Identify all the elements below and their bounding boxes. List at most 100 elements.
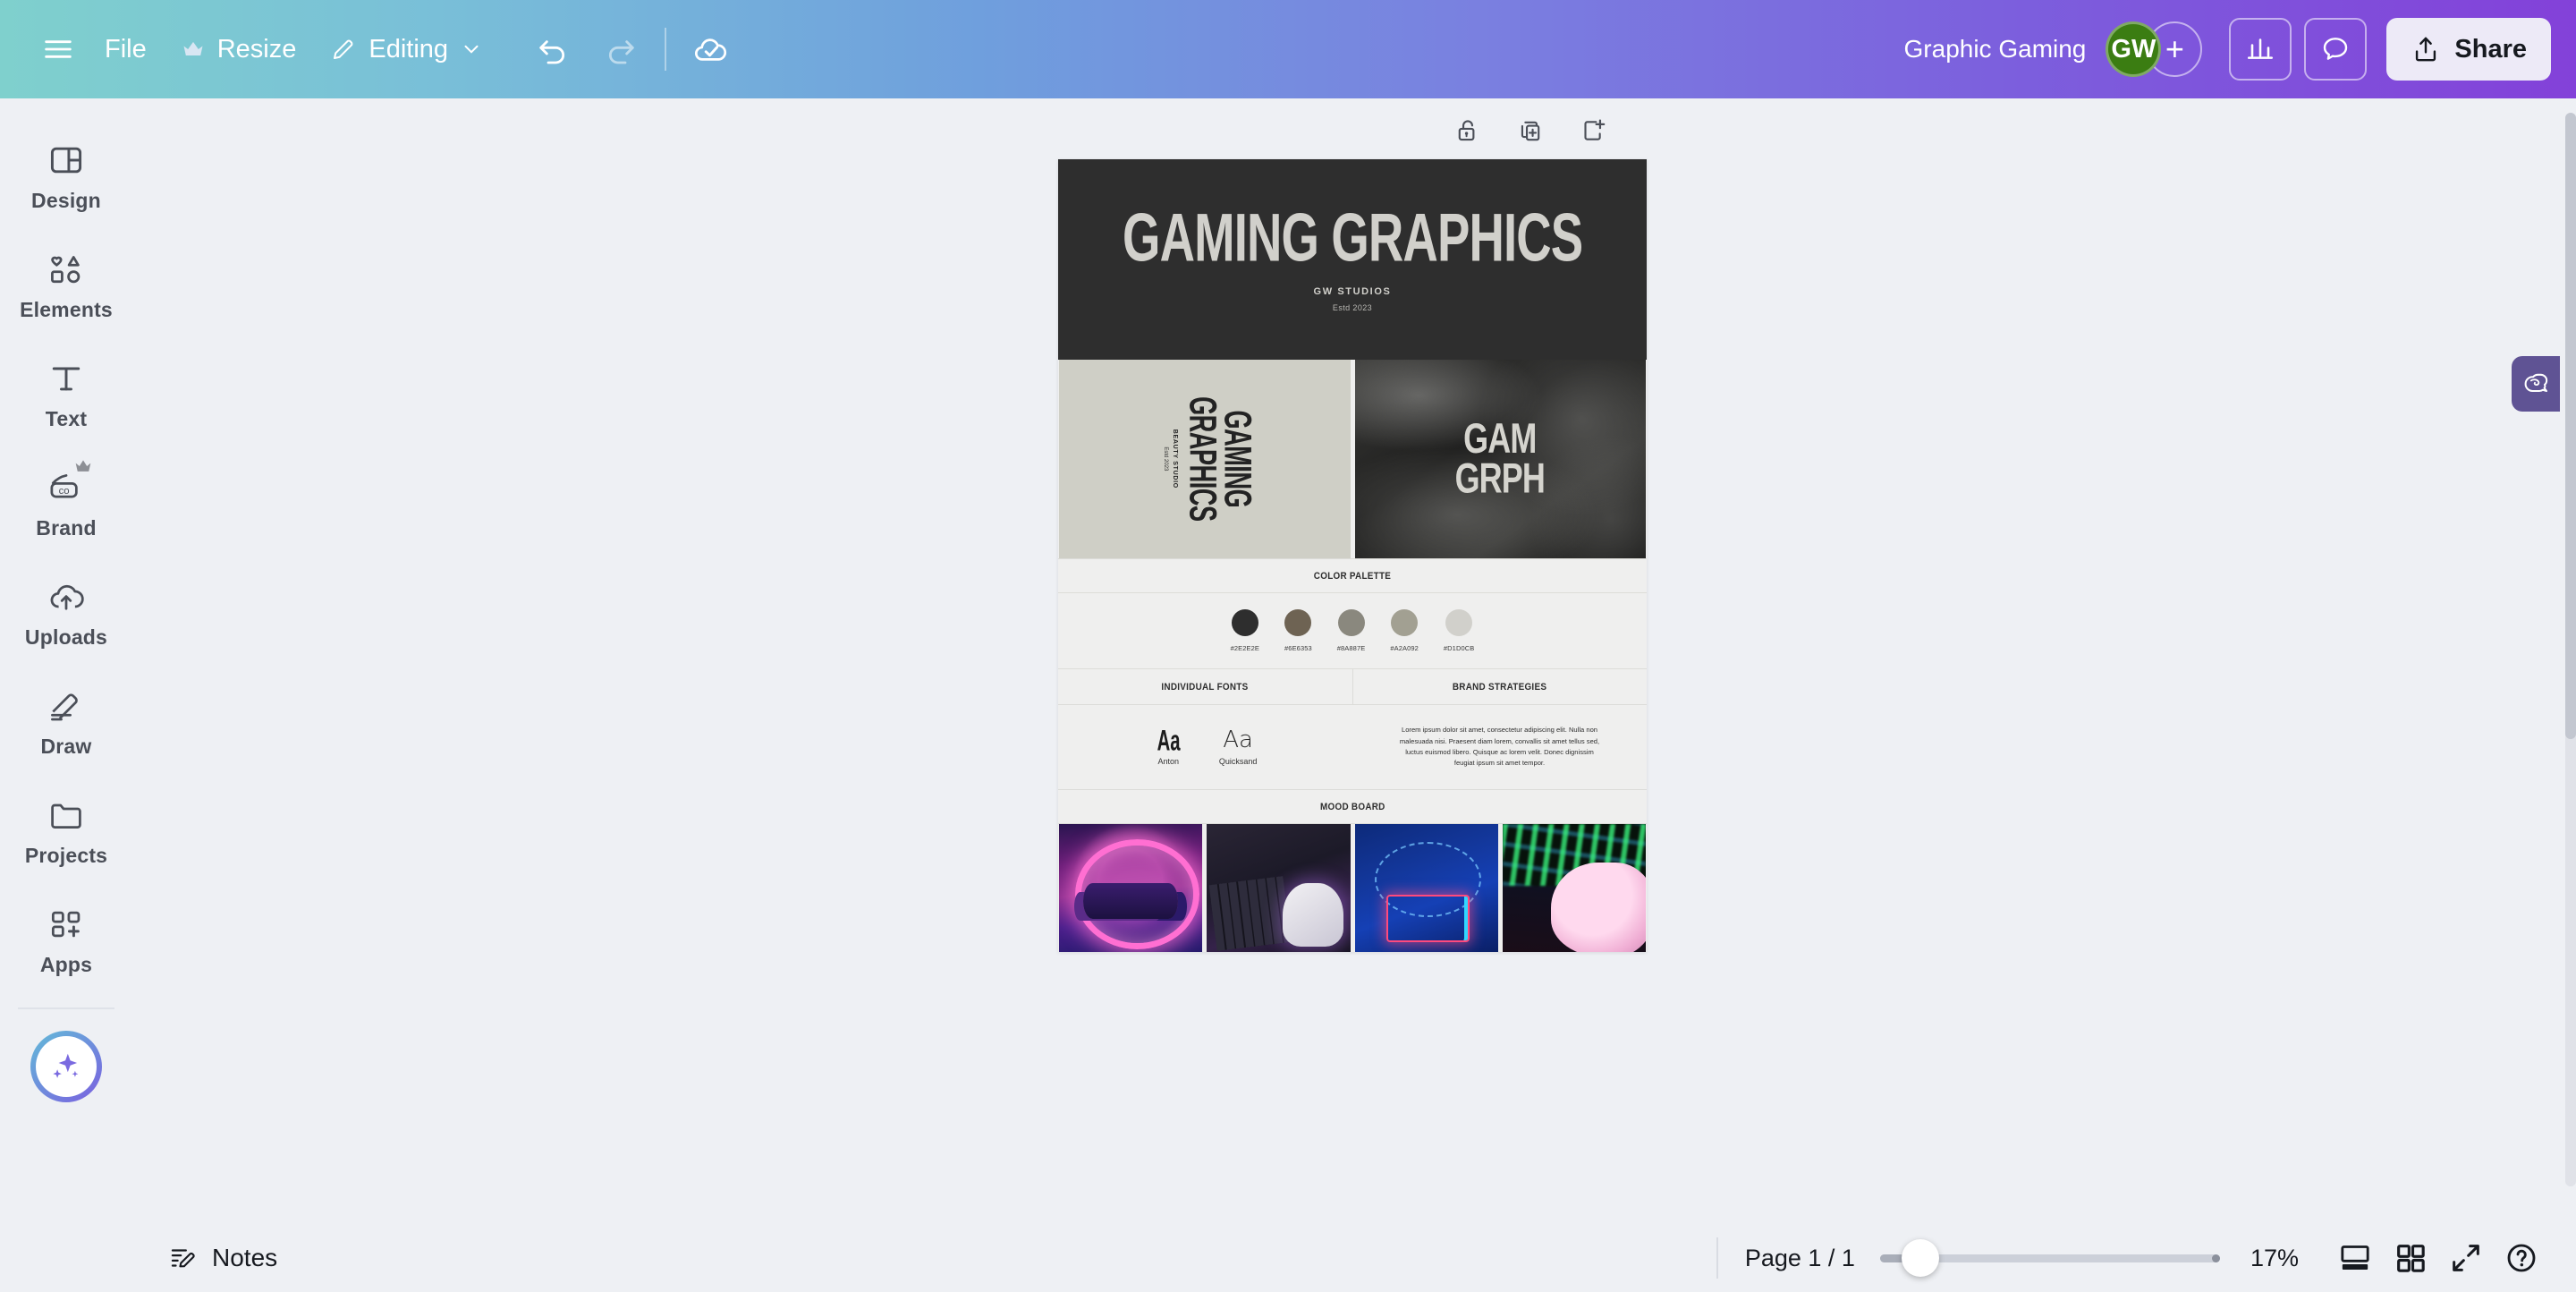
mood-image-futuristic-blue-gaming-hud[interactable] — [1354, 824, 1498, 952]
projects-icon — [46, 795, 87, 836]
ai-assistant-tab[interactable] — [2512, 356, 2560, 412]
cloud-check-icon — [695, 38, 727, 61]
presenter-view-button[interactable] — [2327, 1230, 2383, 1286]
grid-view-icon — [2397, 1245, 2425, 1272]
share-button[interactable]: Share — [2386, 18, 2551, 81]
apps-icon — [46, 904, 87, 945]
logo-photo-line1: GAM — [1463, 415, 1538, 463]
sidebar-item-elements[interactable]: Elements — [7, 238, 125, 331]
sidebar-item-label: Projects — [24, 844, 108, 867]
hero-section[interactable]: GAMING GRAPHICS GW STUDIOS Estd 2023 — [1058, 159, 1647, 360]
color-swatch[interactable]: #D1D0CB — [1444, 609, 1474, 652]
fullscreen-button[interactable] — [2438, 1230, 2494, 1286]
zoom-slider[interactable] — [1879, 1239, 2220, 1277]
font-sample-anton[interactable]: Aa Anton — [1154, 723, 1183, 766]
add-page-icon — [1584, 119, 1606, 140]
canvas-workspace[interactable]: GAMING GRAPHICS GW STUDIOS Estd 2023 GAM… — [132, 98, 2576, 1224]
logo-subtitle: BEAUTY STUDIO — [1171, 429, 1178, 489]
main-menu-button[interactable] — [29, 20, 88, 79]
color-swatch[interactable]: #2E2E2E — [1231, 609, 1259, 652]
design-icon — [46, 140, 87, 181]
top-toolbar-right: Graphic Gaming GW + Share — [1885, 18, 2576, 81]
canva-editor-window: File Resize Editing Graphic Gaming GW + … — [0, 0, 2576, 1292]
add-page-button-top[interactable] — [1568, 106, 1618, 156]
sidebar-item-brand[interactable]: co Brand — [7, 456, 125, 549]
color-swatch[interactable]: #A2A092 — [1390, 609, 1419, 652]
font-sample-name: Anton — [1157, 757, 1179, 766]
bar-chart-icon — [2248, 38, 2274, 59]
bottom-status-bar: Notes Page 1 / 1 17% — [0, 1224, 2576, 1292]
mood-image-neon-ring-game-controller[interactable] — [1059, 824, 1203, 952]
unlock-icon — [1458, 120, 1475, 141]
brain-icon — [2524, 373, 2548, 393]
mood-image-hands-holding-pink-controller-rgb-keyboard[interactable] — [1502, 824, 1646, 952]
insights-button[interactable] — [2229, 18, 2292, 81]
logo-photo-line2: GRPH — [1455, 455, 1546, 503]
text-icon — [46, 358, 87, 399]
logo-established: Estd 2023 — [1162, 446, 1168, 472]
svg-text:co: co — [59, 486, 70, 497]
canvas-scrollbar-thumb[interactable] — [2565, 113, 2576, 739]
zoom-level[interactable]: 17% — [2250, 1245, 2299, 1272]
swatch-hex: #2E2E2E — [1230, 644, 1260, 652]
color-palette-swatches: #2E2E2E #6E6353 #8A887E #A2A092 #D1D0CB — [1058, 593, 1647, 668]
saved-to-cloud-button[interactable] — [681, 20, 740, 79]
help-button[interactable] — [2494, 1230, 2549, 1286]
sidebar-item-uploads[interactable]: Uploads — [7, 565, 125, 659]
sidebar-item-apps[interactable]: Apps — [7, 893, 125, 986]
file-menu-button[interactable]: File — [88, 20, 164, 79]
swatch-hex: #6E6353 — [1284, 644, 1312, 652]
share-label: Share — [2454, 34, 2527, 64]
logo-photo-card[interactable]: GAM GRPH — [1354, 360, 1646, 558]
resize-label: Resize — [216, 34, 297, 64]
brand-strategies-body: Lorem ipsum dolor sit amet, consectetur … — [1352, 705, 1647, 789]
uploads-icon — [46, 576, 87, 617]
redo-icon — [609, 40, 634, 64]
rotated-logo: GAMING GRAPHICS BEAUTY STUDIO Estd 2023 — [1162, 383, 1259, 535]
logo-title-line1: GAMING — [1216, 410, 1259, 508]
undo-button[interactable] — [523, 20, 582, 79]
color-swatch[interactable]: #6E6353 — [1284, 609, 1312, 652]
individual-fonts-heading: INDIVIDUAL FONTS — [1058, 669, 1353, 704]
duplicate-page-button[interactable] — [1505, 106, 1555, 156]
editing-mode-button[interactable]: Editing — [313, 20, 500, 79]
fonts-strategies-headings: INDIVIDUAL FONTS BRAND STRATEGIES — [1058, 668, 1647, 705]
font-sample-glyph: Aa — [1157, 723, 1181, 757]
grid-view-button[interactable] — [2383, 1230, 2438, 1286]
logo-card-vertical[interactable]: GAMING GRAPHICS BEAUTY STUDIO Estd 2023 — [1059, 360, 1351, 558]
magic-studio-button[interactable] — [30, 1031, 102, 1102]
font-sample-name: Quicksand — [1218, 757, 1258, 766]
sidebar-item-label: Brand — [36, 516, 97, 540]
color-swatch[interactable]: #8A887E — [1337, 609, 1366, 652]
page-indicator[interactable]: Page 1 / 1 — [1745, 1245, 1855, 1272]
resize-button[interactable]: Resize — [164, 20, 314, 79]
notes-icon — [171, 1249, 195, 1268]
sidebar-item-text[interactable]: Text — [7, 347, 125, 440]
comments-button[interactable] — [2304, 18, 2368, 81]
design-page[interactable]: GAMING GRAPHICS GW STUDIOS Estd 2023 GAM… — [1058, 159, 1647, 952]
sidebar-item-projects[interactable]: Projects — [7, 784, 125, 877]
avatar[interactable]: GW — [2106, 21, 2162, 77]
sidebar-item-draw[interactable]: Draw — [7, 675, 125, 768]
hero-subtitle: GW STUDIOS — [1313, 286, 1392, 297]
page-tools — [1443, 106, 1618, 156]
left-sidebar: Design Elements Text co Brand Uploads Dr… — [0, 98, 132, 1292]
crown-icon — [74, 457, 92, 480]
redo-button[interactable] — [591, 20, 650, 79]
canvas-scrollbar[interactable] — [2565, 113, 2576, 1186]
document-title[interactable]: Graphic Gaming — [1885, 35, 2106, 64]
brand-icon: co — [46, 460, 91, 508]
brand-strategies-heading: BRAND STRATEGIES — [1453, 681, 1547, 693]
notes-button[interactable]: Notes — [152, 1233, 293, 1283]
sidebar-item-design[interactable]: Design — [7, 129, 125, 222]
duplicate-icon — [1521, 121, 1540, 141]
unlock-page-button[interactable] — [1443, 106, 1493, 156]
crown-icon — [183, 41, 203, 55]
sidebar-divider — [18, 1007, 114, 1009]
font-sample-quicksand[interactable]: Aa Quicksand — [1219, 728, 1258, 766]
mood-image-mechanical-keyboard-and-white-controller[interactable] — [1207, 824, 1351, 952]
notes-label: Notes — [212, 1244, 278, 1271]
zoom-slider-thumb[interactable] — [1901, 1239, 1939, 1277]
mood-board-heading: MOOD BOARD — [1058, 789, 1647, 824]
top-toolbar-left: File Resize Editing — [0, 20, 740, 79]
